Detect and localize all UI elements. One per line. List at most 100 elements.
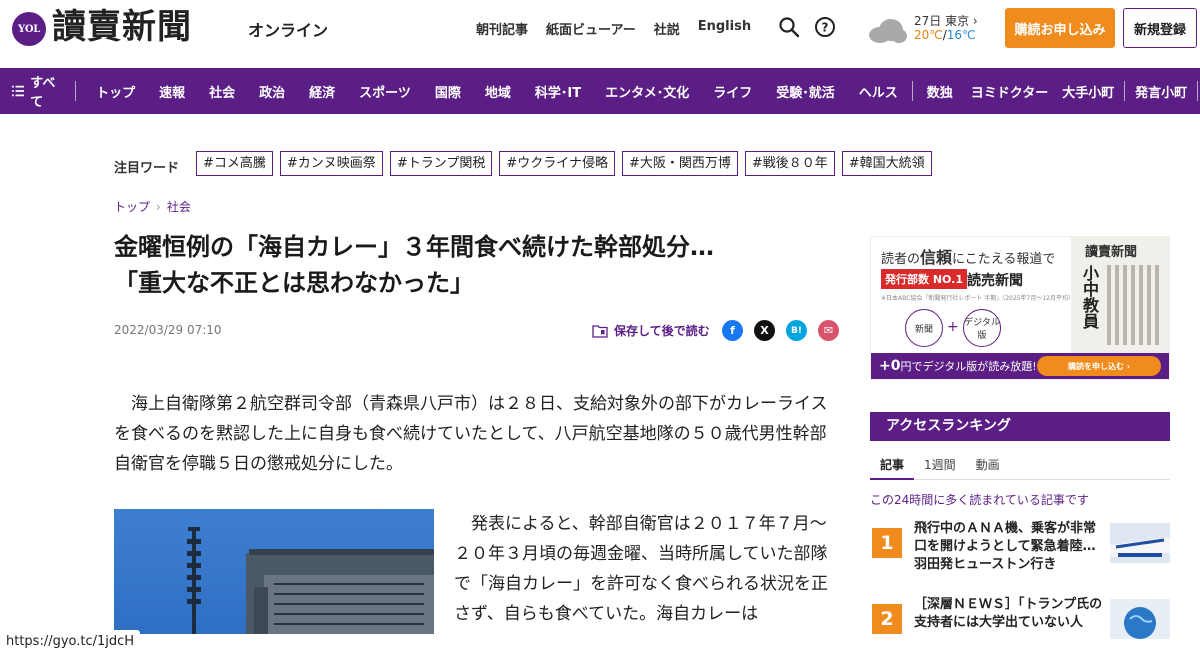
mail-share-icon[interactable]: ✉ xyxy=(818,320,839,341)
tab-videos[interactable]: 動画 xyxy=(966,448,1010,479)
keyword-tag[interactable]: #トランプ関税 xyxy=(389,151,493,176)
link-editorial[interactable]: 社説 xyxy=(654,19,680,38)
keyword-tag[interactable]: #ウクライナ侵略 xyxy=(499,151,615,176)
rank-number: 2 xyxy=(872,604,902,634)
register-button[interactable]: 新規登録 xyxy=(1123,8,1197,48)
subscription-ad-banner[interactable]: 読者の信頼にこたえる報道で 発行部数 NO.1 読売新聞 ※日本ABC協会「新聞… xyxy=(870,236,1170,380)
ad-paper-circle: 新聞 xyxy=(905,309,943,347)
site-header: YOL 讀賣新聞 オンライン 朝刊記事 紙面ビューアー 社説 English ?… xyxy=(0,0,1200,68)
status-url: https://gyo.tc/1jdcH xyxy=(0,630,141,653)
menu-icon xyxy=(12,85,25,97)
keyword-tag[interactable]: #コメ高騰 xyxy=(196,151,273,176)
nav-item-breaking[interactable]: 速報 xyxy=(147,82,197,101)
folder-bookmark-icon xyxy=(592,324,608,338)
nav-item-otekomachi[interactable]: 大手小町 xyxy=(1054,82,1122,101)
ad-lead-prefix: 読者の xyxy=(881,252,921,267)
nav-all-label: すべて xyxy=(30,76,56,110)
building-photo xyxy=(114,509,434,634)
article-photo xyxy=(114,509,434,634)
category-nav: すべて トップ 速報 社会 政治 経済 スポーツ 国際 地域 科学･IT エンタ… xyxy=(0,68,1200,114)
chevron-right-icon: › xyxy=(972,14,978,28)
ranking-description: この24時間に多く読まれている記事です xyxy=(870,493,1089,507)
nav-divider xyxy=(911,81,913,101)
ad-subscribe-button[interactable]: 購読を申し込む › xyxy=(1037,356,1161,376)
weather-date-city: 27日 東京 › xyxy=(914,14,978,28)
airplane-thumbnail xyxy=(1110,523,1170,563)
nav-item-politics[interactable]: 政治 xyxy=(247,82,297,101)
ad-newspaper-name: 読売新聞 xyxy=(967,273,1023,289)
facebook-share-icon[interactable]: f xyxy=(722,320,743,341)
nav-all[interactable]: すべて xyxy=(0,76,77,110)
nav-divider xyxy=(1197,81,1199,101)
weather-high: 20℃ xyxy=(914,28,943,42)
nav-item-health[interactable]: ヘルス xyxy=(847,82,910,101)
nav-item-exam-career[interactable]: 受験･就活 xyxy=(764,82,847,101)
ranking-heading: アクセスランキング xyxy=(870,412,1170,441)
link-morning-edition[interactable]: 朝刊記事 xyxy=(476,19,528,38)
breadcrumb-top[interactable]: トップ xyxy=(114,198,150,215)
ad-lead-suffix: にこたえる報道で xyxy=(952,252,1056,267)
breadcrumb-society[interactable]: 社会 xyxy=(167,198,191,215)
nav-item-world[interactable]: 国際 xyxy=(423,82,473,101)
article-title-line2: 「重大な不正とは思わなかった」 xyxy=(114,269,474,297)
nav-item-yomidr[interactable]: ヨミドクター xyxy=(965,82,1054,101)
weather-widget[interactable]: 27日 東京 › 20℃/16℃ xyxy=(866,10,1006,50)
nav-item-hatsugenkomachi[interactable]: 発言小町 xyxy=(1127,82,1195,101)
yol-logo-badge[interactable]: YOL xyxy=(12,12,46,46)
arrow-right-icon: › xyxy=(1126,361,1131,371)
x-share-icon[interactable]: X xyxy=(754,320,775,341)
ranking-thumbnail xyxy=(1110,599,1170,639)
link-english[interactable]: English xyxy=(698,19,751,38)
save-for-later-button[interactable]: 保存して後で読む xyxy=(592,322,710,339)
article-body-paragraph: 発表によると、幹部自衛官は２０１７年７月～２０年３月頃の毎週金曜、当時所属してい… xyxy=(454,514,828,624)
ranking-item[interactable]: 1 飛行中のＡＮＡ機、乗客が非常口を開けようとして緊急着陸…羽田発ヒューストン行… xyxy=(870,520,1170,590)
keyword-tag[interactable]: #カンヌ映画祭 xyxy=(279,151,383,176)
ad-circulation-badge: 発行部数 NO.1 xyxy=(881,269,967,289)
ad-paper-title: 讀賣新聞 xyxy=(1085,245,1138,260)
nav-item-entertainment[interactable]: エンタメ･文化 xyxy=(593,82,701,101)
site-logo-sub[interactable]: オンライン xyxy=(248,17,328,41)
tab-articles[interactable]: 記事 xyxy=(870,448,915,480)
weather-temperature: 20℃/16℃ xyxy=(914,28,976,42)
nav-divider xyxy=(1124,81,1126,101)
nav-item-science-it[interactable]: 科学･IT xyxy=(523,82,593,101)
ad-digital-circle: デジタル版 xyxy=(963,309,1001,347)
tab-weekly[interactable]: 1週間 xyxy=(914,448,966,479)
svg-text:?: ? xyxy=(822,21,829,35)
ad-bar-text-prefix: +0 xyxy=(879,358,901,374)
nav-item-sudoku[interactable]: 数独 xyxy=(915,82,965,101)
globe-thumbnail xyxy=(1110,599,1170,639)
page: YOL 讀賣新聞 オンライン 朝刊記事 紙面ビューアー 社説 English ?… xyxy=(0,0,1200,653)
nav-item-local[interactable]: 地域 xyxy=(473,82,523,101)
header-links: 朝刊記事 紙面ビューアー 社説 English xyxy=(476,19,751,38)
ad-lead: 読者の信頼にこたえる報道で xyxy=(881,244,1055,268)
nav-item-sports[interactable]: スポーツ xyxy=(347,82,423,101)
article-title: 金曜恒例の「海自カレー」３年間食べ続けた幹部処分… 「重大な不正とは思わなかった… xyxy=(114,229,834,301)
keyword-tag[interactable]: #韓国大統領 xyxy=(841,151,932,176)
site-logo[interactable]: 讀賣新聞 xyxy=(52,5,192,49)
article-title-line1: 金曜恒例の「海自カレー」３年間食べ続けた幹部処分… xyxy=(114,233,714,261)
link-paper-viewer[interactable]: 紙面ビューアー xyxy=(546,19,636,38)
ranking-thumbnail xyxy=(1110,523,1170,563)
nav-item-society[interactable]: 社会 xyxy=(197,82,247,101)
article-lead-paragraph: 海上自衛隊第２航空群司令部（青森県八戸市）は２８日、支給対象外の部下がカレーライ… xyxy=(114,394,828,474)
keyword-tag[interactable]: #大阪・関西万博 xyxy=(621,151,738,176)
nav-item-economy[interactable]: 経済 xyxy=(297,82,347,101)
save-for-later-label: 保存して後で読む xyxy=(614,324,710,338)
keyword-tag[interactable]: #戦後８０年 xyxy=(744,151,835,176)
ad-bar-text-suffix: 円でデジタル版が読み放題! xyxy=(900,360,1037,373)
trending-keywords-label: 注目ワード xyxy=(114,161,180,176)
hatena-bookmark-icon[interactable]: B! xyxy=(786,320,807,341)
ranking-item[interactable]: 2 ［深層ＮＥＷＳ］「トランプ氏の支持者には大学出ていない人 xyxy=(870,596,1170,653)
help-icon[interactable]: ? xyxy=(814,16,836,38)
nav-item-top[interactable]: トップ xyxy=(84,82,147,101)
chevron-right-icon: › xyxy=(156,199,161,214)
search-icon[interactable] xyxy=(778,16,800,38)
breadcrumb: トップ › 社会 xyxy=(114,198,191,215)
weather-low: 16℃ xyxy=(946,28,976,42)
ad-bar-text: +0円でデジタル版が読み放題! xyxy=(879,358,1037,374)
ranking-tabs: 記事 1週間 動画 xyxy=(870,448,1170,480)
cloud-icon xyxy=(869,19,907,43)
nav-item-life[interactable]: ライフ xyxy=(701,82,764,101)
subscribe-button[interactable]: 購読お申し込み xyxy=(1005,8,1115,48)
